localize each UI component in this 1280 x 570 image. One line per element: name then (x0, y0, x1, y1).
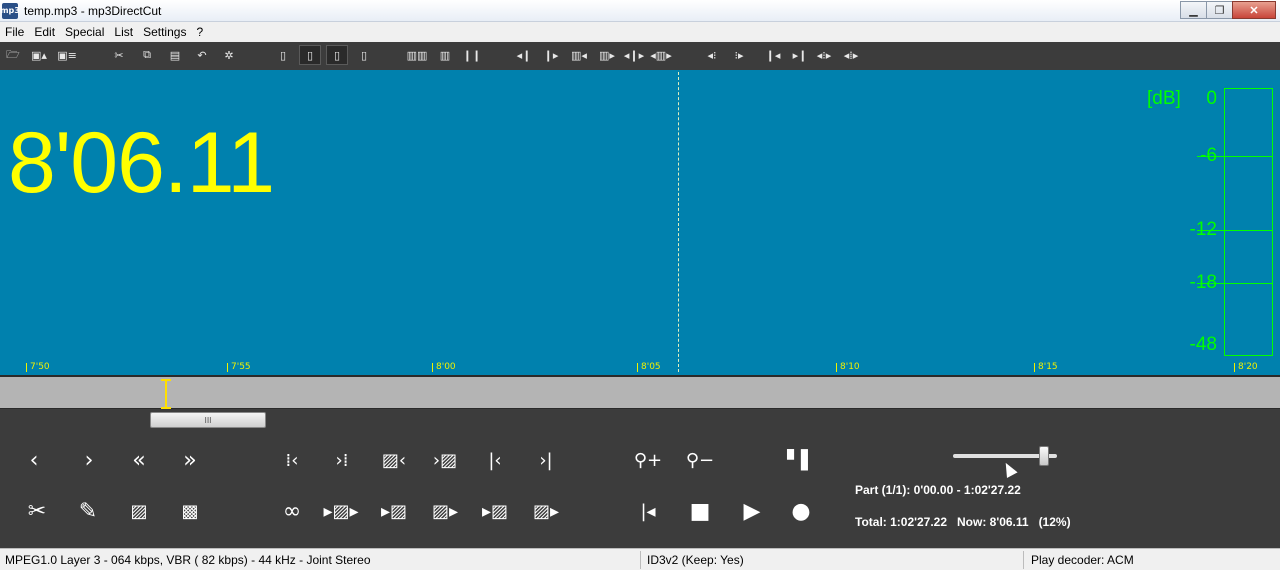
title-bar: mp3 temp.mp3 - mp3DirectCut ▁ ❐ ✕ (0, 0, 1280, 22)
marker-up-right-icon[interactable]: ⁝▸ (728, 45, 750, 65)
select-all-icon[interactable]: ▩ (172, 496, 208, 526)
close-button[interactable]: ✕ (1232, 1, 1276, 19)
wave-display[interactable]: 8'06.11 7'50 7'55 8'00 8'05 8'10 8'15 8'… (0, 70, 1280, 375)
go-to-selection-end-icon[interactable]: ›▨ (427, 445, 463, 475)
go-to-block-end-icon[interactable]: ›⁞ (324, 445, 360, 475)
play-after-cue-icon[interactable]: ▨▸ (528, 496, 564, 526)
go-to-end-icon[interactable]: ›| (528, 445, 564, 475)
save-list-icon[interactable]: ▣≡ (56, 45, 78, 65)
time-tick: 8'05 (637, 362, 661, 372)
play-selection-icon[interactable]: ▸▨▸ (323, 496, 359, 526)
status-separator (640, 551, 641, 569)
db-unit-label: [dB] (1147, 88, 1181, 109)
status-decoder: Play decoder: ACM (1031, 553, 1134, 567)
db-scale-label: -48 (1189, 334, 1217, 355)
cut-icon[interactable]: ✂ (19, 496, 55, 526)
split-blocks-icon[interactable]: ▥▥ (406, 45, 428, 65)
current-time: 8'06.11 (8, 115, 275, 211)
step-forward-icon[interactable]: › (71, 445, 107, 475)
document-view-2-icon[interactable]: ▯ (326, 45, 348, 65)
play-to-cue-icon[interactable]: ▸▨ (376, 496, 412, 526)
play-icon[interactable]: ▶ (734, 496, 770, 526)
zoom-out-icon[interactable]: ⚲− (682, 445, 718, 475)
time-tick: 7'50 (26, 362, 50, 372)
play-cue-region-icon[interactable]: ▸▨ (477, 496, 513, 526)
time-tick: 8'10 (836, 362, 860, 372)
cue-left-icon[interactable]: ◂❙ (513, 45, 535, 65)
zoom-in-icon[interactable]: ⚲+ (630, 445, 666, 475)
marker-down-right-icon[interactable]: ▸❙ (789, 45, 811, 65)
status-format: MPEG1.0 Layer 3 - 064 kbps, VBR ( 82 kbp… (5, 553, 371, 567)
mouse-pointer (1000, 460, 1018, 478)
marker-expand-alt-icon[interactable]: ◂⁞▸ (840, 45, 862, 65)
stop-icon[interactable]: ■ (682, 496, 718, 526)
play-from-cue-icon[interactable]: ▨▸ (427, 496, 463, 526)
overview-position-marker[interactable] (161, 379, 171, 409)
time-tick: 8'15 (1034, 362, 1058, 372)
marker-expand-icon[interactable]: ◂⁝▸ (813, 45, 835, 65)
fast-back-icon[interactable]: « (121, 445, 157, 475)
cue-block-right-icon[interactable]: ▥▸ (596, 45, 618, 65)
maximize-button[interactable]: ❐ (1206, 1, 1233, 19)
open-file-icon[interactable]: 🗁 (2, 45, 24, 65)
level-bars-icon[interactable]: ▘▌ (783, 445, 819, 475)
menu-help[interactable]: ? (191, 25, 208, 39)
go-to-selection-start-icon[interactable]: ▨‹ (376, 445, 412, 475)
time-tick: 8'20 (1234, 362, 1258, 372)
meter-gridline (1197, 230, 1273, 231)
time-tick: 7'55 (227, 362, 251, 372)
app-icon[interactable]: mp3 (0, 2, 20, 19)
db-scale-label: 0 (1206, 88, 1217, 109)
settings-gear-icon[interactable]: ✲ (218, 45, 240, 65)
status-separator (1023, 551, 1024, 569)
horizontal-scroll-thumb[interactable]: III (150, 412, 266, 428)
marker-up-left-icon[interactable]: ◂⁝ (701, 45, 723, 65)
go-to-start-icon[interactable]: |‹ (477, 445, 513, 475)
edit-pencil-icon[interactable]: ✎ (70, 496, 106, 526)
meter-gridline (1197, 283, 1273, 284)
toolbar: 🗁 ▣▴ ▣≡ ✂ ⧉ ▤ ↶ ✲ ▯ ▯ ▯ ▯ ▥▥ ▥ ❙❙ ◂❙ ❙▸ … (0, 42, 1280, 70)
document-icon[interactable]: ▯ (272, 45, 294, 65)
record-icon[interactable]: ● (783, 496, 819, 526)
marker-down-left-icon[interactable]: ❙◂ (762, 45, 784, 65)
cue-right-icon[interactable]: ❙▸ (540, 45, 562, 65)
loop-icon[interactable]: ∞ (274, 496, 310, 526)
play-cursor-line (678, 72, 679, 372)
copy-icon[interactable]: ⧉ (136, 45, 158, 65)
part-info: Part (1/1): 0'00.00 - 1:02'27.22 (855, 483, 1021, 497)
time-tick: 8'00 (432, 362, 456, 372)
paste-icon[interactable]: ▤ (164, 45, 186, 65)
volume-slider-thumb[interactable] (1039, 446, 1050, 466)
split-block-icon[interactable]: ▥ (434, 45, 456, 65)
skip-back-icon[interactable]: |◂ (630, 496, 666, 526)
menu-special[interactable]: Special (60, 25, 109, 39)
menu-file[interactable]: File (0, 25, 29, 39)
fast-forward-icon[interactable]: » (172, 445, 208, 475)
overview-bar[interactable] (0, 375, 1280, 409)
select-block-icon[interactable]: ▨ (121, 496, 157, 526)
save-icon[interactable]: ▣▴ (28, 45, 50, 65)
total-info: Total: 1:02'27.22 Now: 8'06.11 (12%) (855, 515, 1071, 529)
pause-marker-icon[interactable]: ❙❙ (461, 45, 483, 65)
cue-both-alt-icon[interactable]: ◂▥▸ (650, 45, 672, 65)
menu-edit[interactable]: Edit (29, 25, 60, 39)
cue-both-icon[interactable]: ◂❙▸ (623, 45, 645, 65)
document-view-3-icon[interactable]: ▯ (353, 45, 375, 65)
window-title: temp.mp3 - mp3DirectCut (24, 3, 162, 18)
status-bar: MPEG1.0 Layer 3 - 064 kbps, VBR ( 82 kbp… (0, 548, 1280, 570)
cut-icon[interactable]: ✂ (108, 45, 130, 65)
menu-list[interactable]: List (109, 25, 138, 39)
go-to-block-start-icon[interactable]: ⁞‹ (274, 445, 310, 475)
document-view-1-icon[interactable]: ▯ (299, 45, 321, 65)
level-meter (1224, 88, 1273, 356)
menu-settings[interactable]: Settings (138, 25, 191, 39)
undo-icon[interactable]: ↶ (191, 45, 213, 65)
meter-gridline (1197, 156, 1273, 157)
status-id3: ID3v2 (Keep: Yes) (647, 553, 744, 567)
minimize-button[interactable]: ▁ (1180, 1, 1207, 19)
menu-bar: File Edit Special List Settings ? (0, 22, 1280, 42)
step-back-icon[interactable]: ‹ (16, 445, 52, 475)
cue-block-left-icon[interactable]: ▥◂ (568, 45, 590, 65)
